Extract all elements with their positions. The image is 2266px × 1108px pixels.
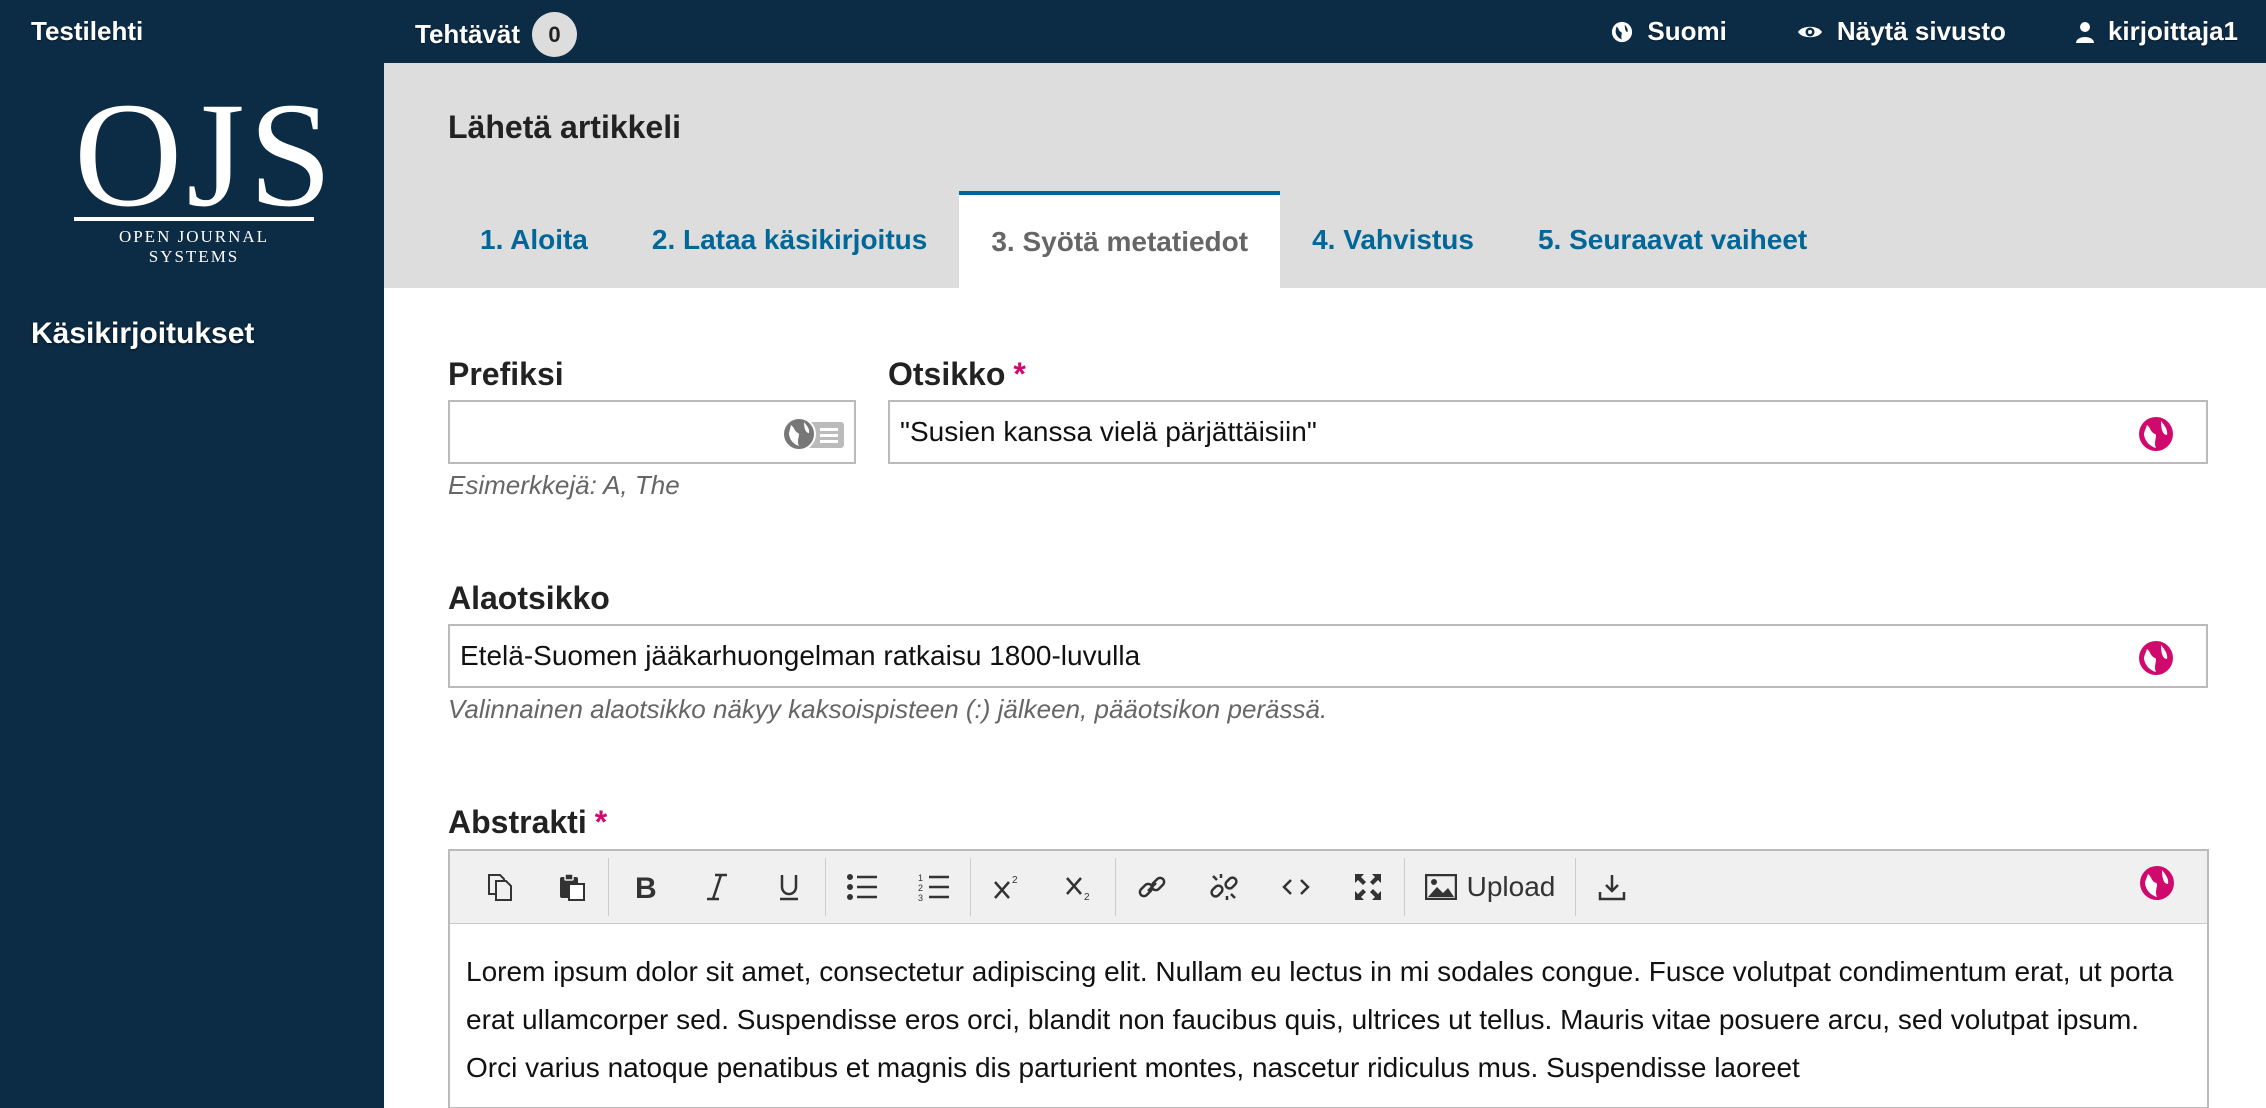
editor-toolbar: B 123 2 2 Upload — [450, 851, 2207, 924]
abstract-label: Abstrakti * — [448, 804, 607, 841]
superscript-icon[interactable]: 2 — [971, 858, 1043, 916]
svg-text:2: 2 — [1012, 875, 1018, 886]
prefix-help: Esimerkkejä: A, The — [448, 470, 680, 500]
user-label: kirjoittaja1 — [2107, 16, 2238, 46]
code-icon[interactable] — [1260, 858, 1332, 916]
image-icon — [1424, 874, 1457, 900]
title-value: "Susien kanssa vielä pärjättäisiin" — [900, 416, 1317, 447]
top-navbar: Testilehti Tehtävät 0 Suomi Näytä sivust… — [0, 0, 2266, 63]
unlink-icon[interactable] — [1188, 858, 1260, 916]
insert-file-icon[interactable] — [1576, 858, 1648, 916]
title-label: Otsikko * — [888, 356, 1026, 393]
tab-start[interactable]: 1. Aloita — [448, 191, 620, 288]
globe-icon — [1612, 21, 1633, 42]
globe-icon[interactable] — [2138, 416, 2174, 452]
copy-icon[interactable] — [464, 858, 536, 916]
italic-icon[interactable] — [681, 858, 753, 916]
sidebar-item-submissions[interactable]: Käsikirjoitukset — [31, 317, 254, 351]
subscript-icon[interactable]: 2 — [1043, 858, 1115, 916]
subtitle-input[interactable]: Etelä-Suomen jääkarhuongelman ratkaisu 1… — [448, 624, 2208, 688]
wizard-tabs: 1. Aloita 2. Lataa käsikirjoitus 3. Syöt… — [448, 191, 1839, 288]
paste-icon[interactable] — [536, 858, 608, 916]
journal-link[interactable]: Testilehti — [31, 16, 143, 47]
view-site-label: Näytä sivusto — [1836, 16, 2006, 46]
bold-icon[interactable]: B — [609, 858, 681, 916]
page-header: Lähetä artikkeli 1. Aloita 2. Lataa käsi… — [384, 63, 2266, 288]
user-menu[interactable]: kirjoittaja1 — [2075, 16, 2238, 47]
bullet-list-icon[interactable] — [826, 858, 898, 916]
view-site-link[interactable]: Näytä sivusto — [1797, 16, 2006, 47]
link-icon[interactable] — [1116, 858, 1188, 916]
language-menu[interactable]: Suomi — [1611, 16, 1727, 47]
page-title: Lähetä artikkeli — [448, 109, 681, 145]
subtitle-help: Valinnainen alaotsikko näkyy kaksoispist… — [448, 694, 1328, 724]
title-input[interactable]: "Susien kanssa vielä pärjättäisiin" — [888, 400, 2208, 464]
abstract-label-text: Abstrakti — [448, 804, 587, 840]
prefix-input[interactable] — [448, 400, 856, 464]
svg-text:1: 1 — [918, 873, 923, 883]
tab-next-steps[interactable]: 5. Seuraavat vaiheet — [1506, 191, 1839, 288]
sidebar: OJS OPEN JOURNAL SYSTEMS Käsikirjoitukse… — [0, 63, 384, 1108]
tasks-link[interactable]: Tehtävät 0 — [415, 12, 577, 57]
svg-text:3: 3 — [918, 893, 923, 902]
abstract-editor: B 123 2 2 Upload Lorem ipsum dolor sit a… — [448, 849, 2209, 1108]
subtitle-label: Alaotsikko — [448, 580, 610, 616]
prefix-label: Prefiksi — [448, 356, 564, 393]
subtitle-value: Etelä-Suomen jääkarhuongelman ratkaisu 1… — [460, 640, 1141, 671]
svg-text:2: 2 — [1084, 892, 1090, 902]
fullscreen-icon[interactable] — [1332, 858, 1404, 916]
required-mark: * — [594, 804, 608, 840]
globe-multilingual-icon[interactable] — [782, 416, 846, 452]
user-icon — [2075, 21, 2094, 43]
upload-label: Upload — [1466, 871, 1556, 902]
tab-upload[interactable]: 2. Lataa käsikirjoitus — [620, 191, 959, 288]
prefix-label-text: Prefiksi — [448, 356, 564, 392]
abstract-text-area[interactable]: Lorem ipsum dolor sit amet, consectetur … — [450, 924, 2207, 1108]
ojs-logo[interactable]: OJS OPEN JOURNAL SYSTEMS — [74, 72, 337, 267]
svg-text:B: B — [635, 872, 657, 902]
tasks-count-badge: 0 — [532, 12, 577, 57]
underline-icon[interactable] — [753, 858, 825, 916]
globe-icon[interactable] — [2139, 865, 2175, 901]
logo-text: OJS — [74, 72, 337, 238]
svg-text:2: 2 — [918, 883, 923, 893]
tasks-label: Tehtävät — [415, 19, 520, 49]
language-label: Suomi — [1647, 16, 1727, 46]
eye-icon — [1797, 26, 1822, 37]
required-mark: * — [1013, 356, 1026, 392]
numbered-list-icon[interactable]: 123 — [898, 858, 970, 916]
title-label-text: Otsikko — [888, 356, 1006, 392]
tab-confirmation[interactable]: 4. Vahvistus — [1280, 191, 1506, 288]
tab-metadata[interactable]: 3. Syötä metatiedot — [959, 191, 1281, 288]
upload-image-button[interactable]: Upload — [1405, 858, 1575, 916]
globe-icon[interactable] — [2138, 640, 2174, 676]
